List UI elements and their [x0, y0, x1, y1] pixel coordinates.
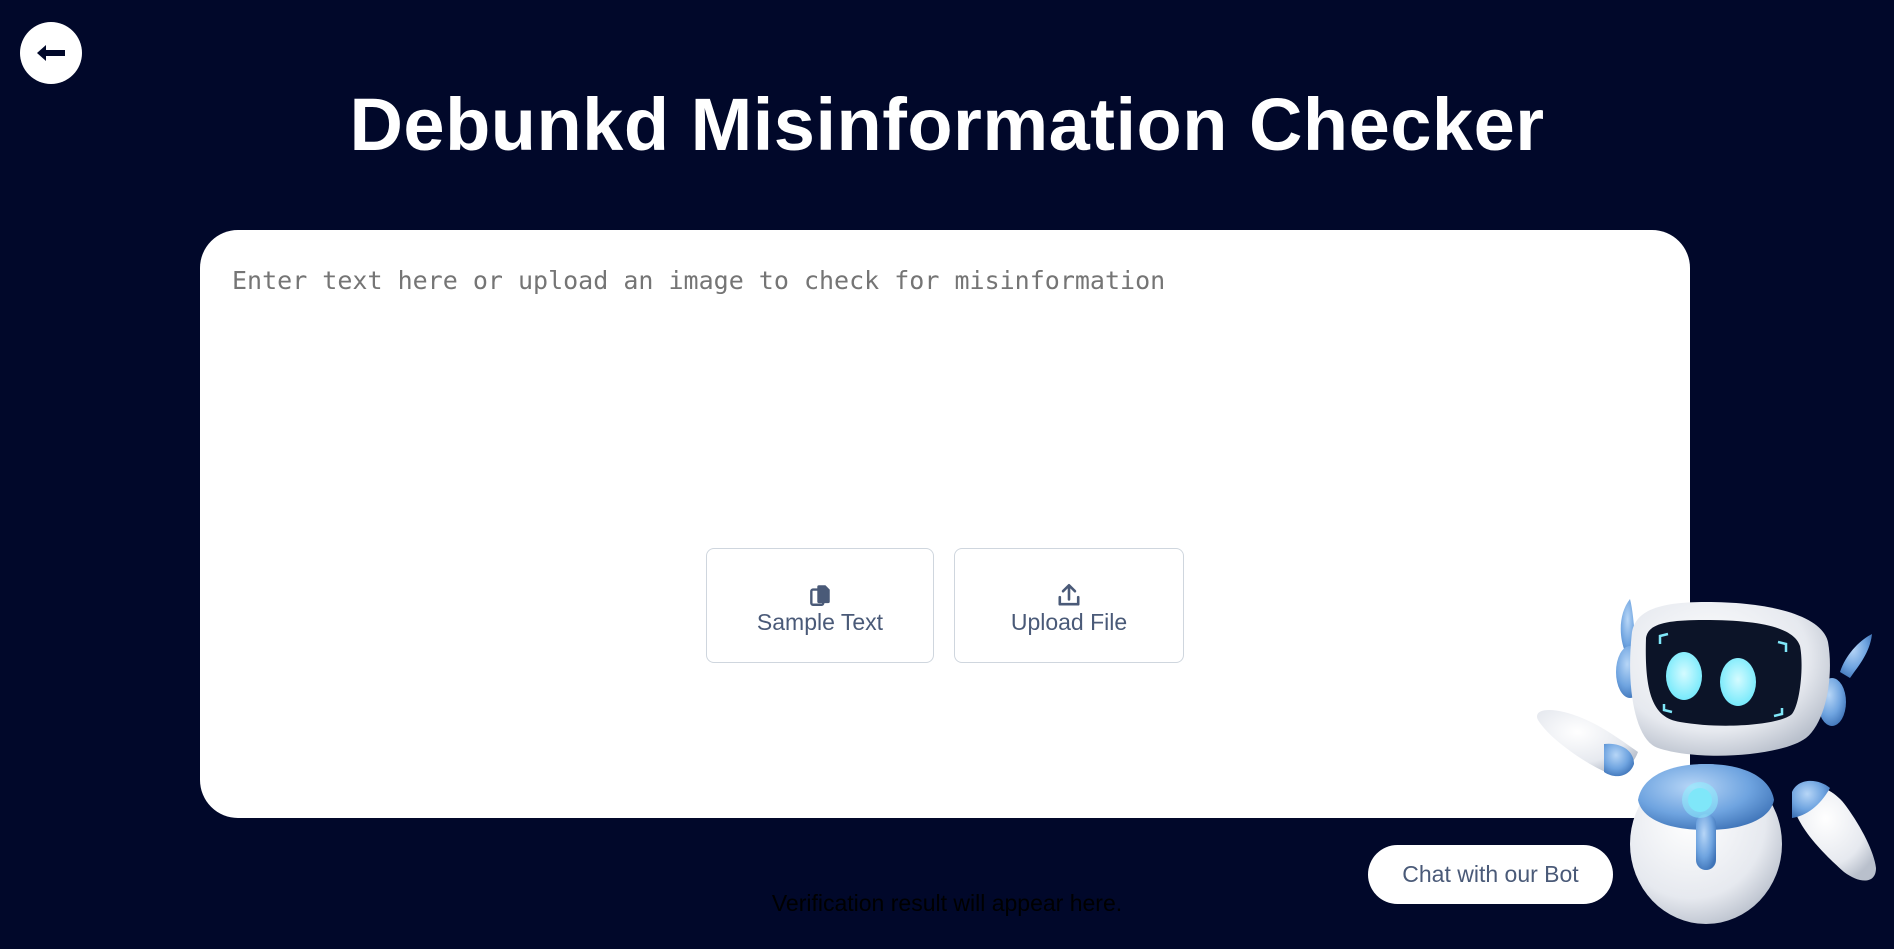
- page-title: Debunkd Misinformation Checker: [349, 83, 1545, 166]
- upload-icon: [1058, 583, 1080, 606]
- clipboard-copy-icon: [810, 584, 830, 606]
- misinformation-text-input[interactable]: [232, 266, 1652, 526]
- sample-text-label: Sample Text: [756, 608, 884, 635]
- page: Debunkd Misinformation Checker Sample Te…: [0, 0, 1894, 949]
- back-button[interactable]: [20, 22, 82, 84]
- robot-mascot-icon: [1537, 599, 1876, 924]
- arrow-left-icon: [37, 45, 65, 61]
- checker-card: Sample Text Upload File: [200, 230, 1690, 818]
- upload-file-button[interactable]: Upload File: [954, 548, 1184, 663]
- sample-text-button[interactable]: Sample Text: [706, 548, 934, 663]
- upload-file-label: Upload File: [1010, 608, 1128, 635]
